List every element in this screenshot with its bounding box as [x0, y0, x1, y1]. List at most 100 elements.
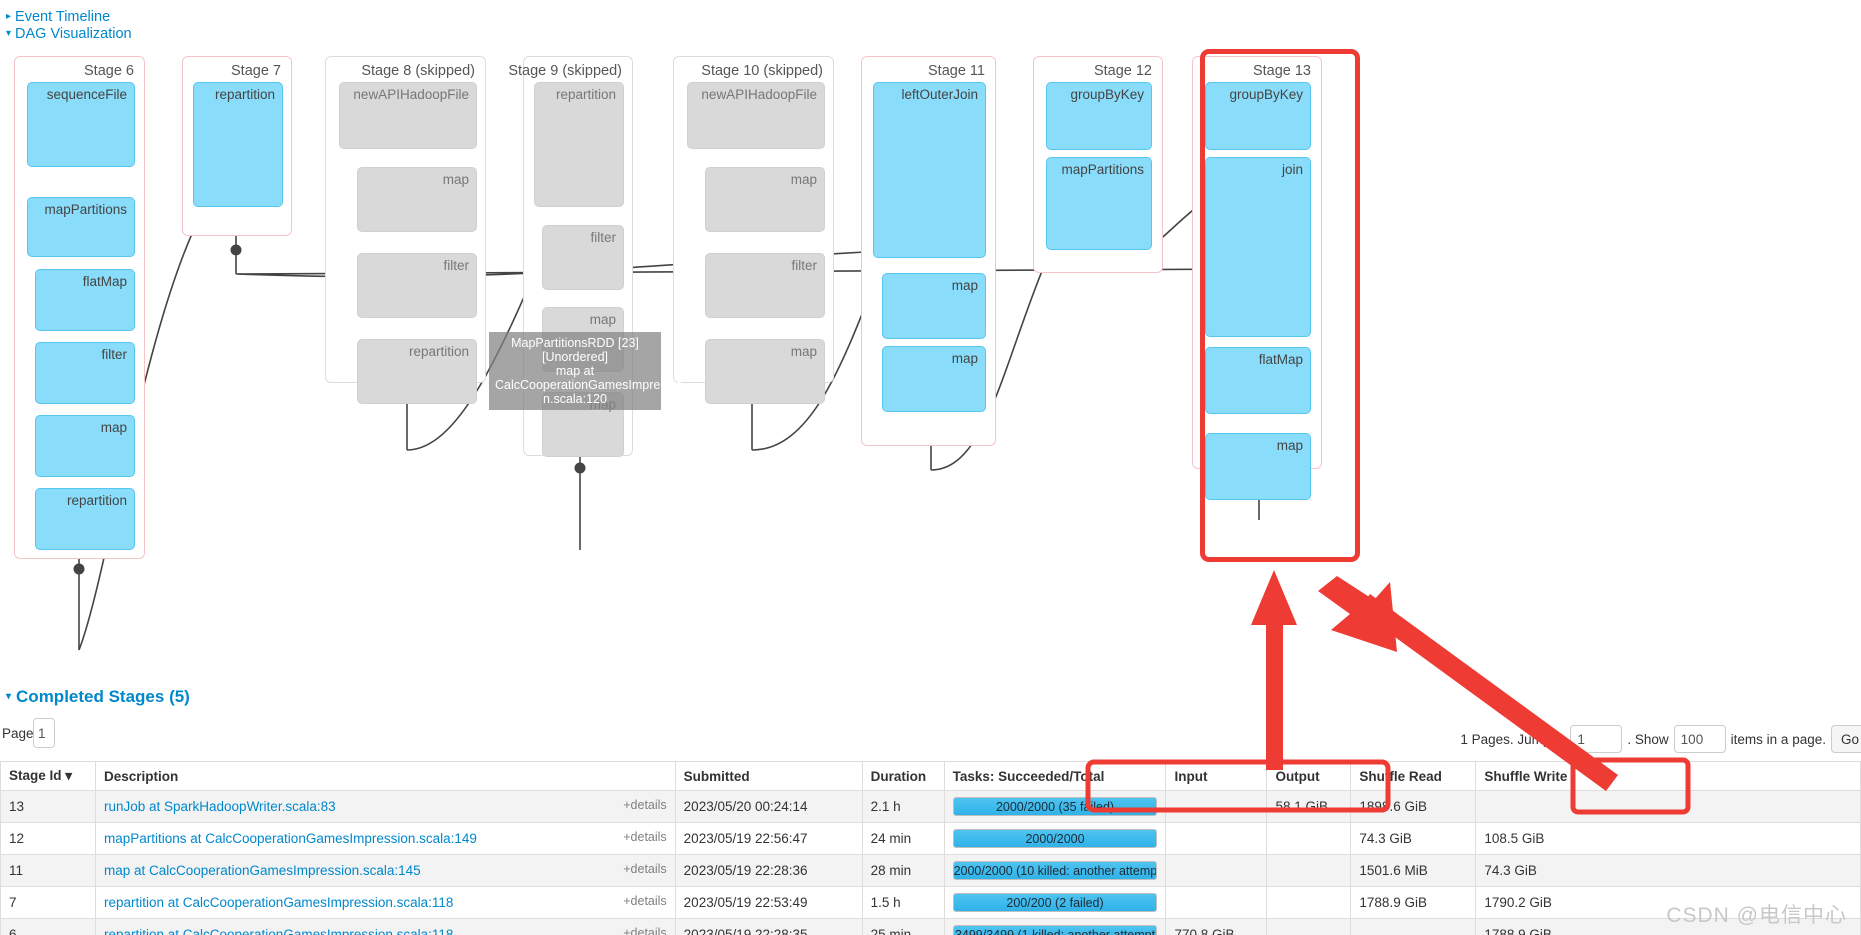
completed-stages-heading[interactable]: ▾ Completed Stages (5) — [6, 687, 190, 707]
rdd-node[interactable]: mapPartitions — [27, 197, 135, 257]
cell-stage-id: 12 — [0, 822, 96, 855]
cell-shuffle-write: 1790.2 GiB — [1475, 886, 1861, 919]
pagination-controls: 1 Pages. Jump to . Show items in a page.… — [1460, 725, 1861, 753]
cell-submitted: 2023/05/19 22:53:49 — [674, 886, 863, 919]
column-header-submitted[interactable]: Submitted — [674, 761, 863, 791]
cell-stage-id: 6 — [0, 918, 96, 935]
rdd-node[interactable]: map — [35, 415, 135, 477]
table-row: 13 runJob at SparkHadoopWriter.scala:83 +d… — [0, 790, 1861, 823]
stage-box-8[interactable]: Stage 8 (skipped) newAPIHadoopFile map f… — [325, 56, 486, 404]
stage-description-link[interactable]: repartition at CalcCooperationGamesImpre… — [104, 895, 453, 910]
pages-text: 1 Pages. Jump to — [1460, 731, 1566, 747]
event-timeline-toggle[interactable]: ▸ Event Timeline — [6, 9, 110, 25]
rdd-node[interactable]: groupByKey — [1046, 82, 1152, 150]
stage-title: Stage 7 — [231, 63, 281, 79]
column-header-shuffle-read[interactable]: Shuffle Read — [1350, 761, 1477, 791]
cell-shuffle-read: 1898.6 GiB — [1350, 790, 1477, 823]
details-toggle-link[interactable]: +details — [623, 798, 666, 812]
stage-description-link[interactable]: repartition at CalcCooperationGamesImpre… — [104, 927, 453, 935]
rdd-node[interactable]: newAPIHadoopFile — [339, 82, 477, 149]
cell-tasks: 3499/3499 (1 killed: another attempt — [943, 918, 1167, 935]
details-toggle-link[interactable]: +details — [623, 926, 666, 935]
stage-box-11[interactable]: Stage 11 leftOuterJoin map map — [861, 56, 996, 446]
rdd-node[interactable]: newAPIHadoopFile — [687, 82, 825, 149]
column-header-input[interactable]: Input — [1165, 761, 1268, 791]
chevron-right-icon: ▸ — [6, 11, 12, 22]
stage-box-7[interactable]: Stage 7 repartition — [182, 56, 292, 236]
rdd-node[interactable]: repartition — [534, 82, 624, 207]
completed-stages-table: Stage Id ▾ Description Submitted Duratio… — [0, 761, 1861, 935]
event-timeline-link[interactable]: Event Timeline — [15, 9, 110, 25]
details-toggle-link[interactable]: +details — [623, 862, 666, 876]
details-toggle-link[interactable]: +details — [623, 894, 666, 908]
stage-box-10[interactable]: Stage 10 (skipped) newAPIHadoopFile map … — [673, 56, 834, 404]
cell-input — [1165, 886, 1268, 919]
rdd-node[interactable]: flatMap — [35, 269, 135, 331]
rdd-label: mapPartitions — [1061, 162, 1144, 177]
column-header-stage-id[interactable]: Stage Id ▾ — [0, 761, 96, 791]
page-input[interactable] — [33, 718, 55, 748]
stage-box-6[interactable]: Stage 6 sequenceFile mapPartitions flatM… — [14, 56, 145, 559]
rdd-label: groupByKey — [1229, 87, 1303, 102]
column-header-tasks[interactable]: Tasks: Succeeded/Total — [943, 761, 1167, 791]
rdd-node[interactable]: map — [705, 339, 825, 404]
rdd-node[interactable]: groupByKey — [1205, 82, 1311, 150]
cell-description: mapPartitions at CalcCooperationGamesImp… — [94, 822, 676, 855]
rdd-node[interactable]: map — [542, 307, 624, 372]
rdd-node[interactable]: filter — [35, 342, 135, 404]
rdd-node[interactable]: filter — [357, 253, 477, 318]
completed-stages-label: Completed Stages (5) — [16, 687, 190, 706]
rdd-label: mapPartitions — [44, 202, 127, 217]
go-button[interactable]: Go — [1830, 725, 1861, 753]
rdd-node[interactable]: mapPartitions — [1046, 157, 1152, 250]
rdd-node[interactable]: map — [542, 392, 624, 457]
column-header-output[interactable]: Output — [1266, 761, 1352, 791]
rdd-node[interactable]: repartition — [193, 82, 283, 207]
stage-box-12[interactable]: Stage 12 groupByKey mapPartitions — [1033, 56, 1163, 273]
task-progress-label: 2000/2000 — [1025, 832, 1085, 846]
table-header-row: Stage Id ▾ Description Submitted Duratio… — [0, 761, 1861, 791]
dag-visualization-toggle[interactable]: ▾ DAG Visualization — [6, 26, 132, 42]
rdd-node[interactable]: join — [1205, 157, 1311, 337]
chevron-down-icon: ▾ — [6, 28, 12, 39]
stage-box-9[interactable]: Stage 9 (skipped) repartition filter map… — [508, 56, 633, 457]
column-header-duration[interactable]: Duration — [861, 761, 945, 791]
rdd-node[interactable]: leftOuterJoin — [873, 82, 986, 258]
task-progress-bar: 3499/3499 (1 killed: another attempt — [952, 925, 1158, 935]
rdd-node[interactable]: repartition — [35, 488, 135, 550]
stage-description-link[interactable]: map at CalcCooperationGamesImpression.sc… — [104, 863, 421, 878]
rdd-node[interactable]: map — [882, 346, 986, 412]
rdd-node[interactable]: map — [357, 167, 477, 232]
cell-output: 58.1 GiB — [1266, 790, 1352, 823]
rdd-node[interactable]: filter — [542, 225, 624, 290]
rdd-label: sequenceFile — [46, 87, 127, 102]
task-progress-label: 2000/2000 (35 failed) — [995, 800, 1115, 814]
task-progress-bar: 2000/2000 (35 failed) — [952, 797, 1158, 816]
rdd-node[interactable]: map — [882, 273, 986, 339]
rdd-node[interactable]: filter — [705, 253, 825, 318]
cell-tasks: 2000/2000 — [943, 822, 1167, 855]
stage-description-link[interactable]: mapPartitions at CalcCooperationGamesImp… — [104, 831, 477, 846]
dag-visualization-link[interactable]: DAG Visualization — [15, 26, 132, 42]
column-header-description[interactable]: Description — [94, 761, 676, 791]
details-toggle-link[interactable]: +details — [623, 830, 666, 844]
table-row: 11 map at CalcCooperationGamesImpression.… — [0, 854, 1861, 887]
rdd-label: repartition — [408, 344, 469, 359]
cell-shuffle-write: 1788.9 GiB — [1475, 918, 1861, 935]
rdd-node[interactable]: repartition — [357, 339, 477, 404]
rdd-label: filter — [101, 347, 127, 362]
rdd-label: groupByKey — [1070, 87, 1144, 102]
rdd-node[interactable]: map — [1205, 433, 1311, 500]
stage-box-13[interactable]: Stage 13 groupByKey join flatMap map — [1192, 56, 1322, 500]
show-count-input[interactable] — [1673, 725, 1726, 753]
stage-description-link[interactable]: runJob at SparkHadoopWriter.scala:83 — [104, 799, 336, 814]
rdd-node[interactable]: map — [705, 167, 825, 232]
cell-output — [1266, 854, 1352, 887]
rdd-node[interactable]: sequenceFile — [27, 82, 135, 167]
cell-input — [1165, 790, 1268, 823]
task-progress-label: 200/200 (2 failed) — [1006, 896, 1104, 910]
jump-to-input[interactable] — [1570, 725, 1623, 753]
rdd-label: filter — [791, 258, 817, 273]
column-header-shuffle-write[interactable]: Shuffle Write — [1475, 761, 1861, 791]
rdd-node[interactable]: flatMap — [1205, 347, 1311, 414]
